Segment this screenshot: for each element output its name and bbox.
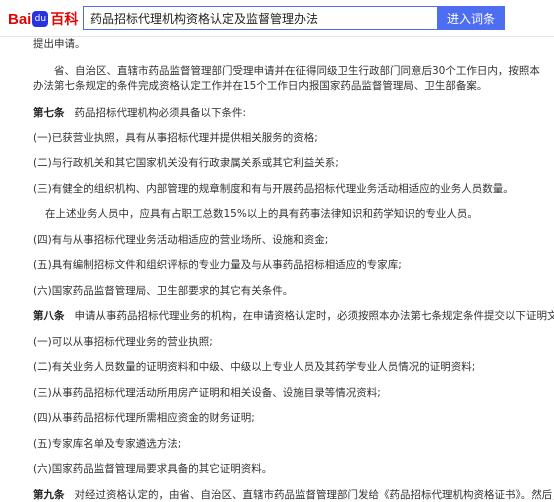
logo-baike-text: 百科	[50, 12, 79, 28]
paragraph: 提出申请。	[33, 38, 86, 50]
article-7: 第七条 药品招标代理机构必须具备以下条件:	[33, 107, 542, 119]
list-item: (一)可以从事招标代理业务的营业执照;	[33, 336, 213, 348]
list-item: (一)已获营业执照，具有从事招标代理并提供相关服务的资格;	[33, 132, 318, 144]
article-9-text: 对经过资格认定的，由省、自治区、直辖市药品监督管理部门发给《药品招标代理机构资格…	[74, 489, 554, 501]
top-bar: Bai du 百科 进入词条	[0, 0, 554, 37]
enter-entry-button[interactable]: 进入词条	[437, 6, 505, 30]
paragraph: 省、自治区、直辖市药品监督管理部门受理申请并在征得同级卫生行政部门同意后30个工…	[33, 65, 540, 92]
article-7-text: 药品招标代理机构必须具备以下条件:	[74, 107, 247, 119]
logo-bai-text: Bai	[8, 10, 32, 28]
list-item: (二)有关业务人员数量的证明资料和中级、中级以上专业人员及其药学专业人员情况的证…	[33, 361, 476, 373]
baidu-baike-logo[interactable]: Bai du 百科	[8, 9, 78, 29]
search-input[interactable]	[84, 7, 437, 29]
search-box[interactable]	[83, 6, 437, 30]
list-item: (六)国家药品监督管理局、卫生部要求的其它有关条件。	[33, 285, 294, 297]
list-item: (三)有健全的组织机构、内部管理的规章制度和有与开展药品招标代理业务活动相适应的…	[33, 183, 514, 195]
list-item: (三)从事药品招标代理活动所用房产证明和相关设备、设施目录等情况资料;	[33, 387, 381, 399]
paragraph: 在上述业务人员中，应具有占职工总数15%以上的具有药事法律知识和药学知识的专业人…	[45, 208, 478, 220]
article-9: 第九条 对经过资格认定的，由省、自治区、直辖市药品监督管理部门发给《药品招标代理机…	[33, 489, 554, 501]
paw-icon: du	[32, 11, 49, 27]
list-item: (二)与行政机关和其它国家机关没有行政隶属关系或其它利益关系;	[33, 157, 339, 169]
article-body: 提出申请。 省、自治区、直辖市药品监督管理部门受理申请并在征得同级卫生行政部门同…	[0, 36, 554, 502]
list-item: (五)具有编制招标文件和组织评标的专业力量及与从事药品招标相适应的专家库;	[33, 259, 402, 271]
list-item: (六)国家药品监督管理局要求具备的其它证明资料。	[33, 463, 273, 475]
article-7-label: 第七条	[33, 107, 65, 119]
list-item: (四)从事药品招标代理所需相应资金的财务证明;	[33, 412, 255, 424]
list-item: (四)有与从事招标代理业务活动相适应的营业场所、设施和资金;	[33, 234, 329, 246]
list-item: (五)专家库名单及专家遴选方法;	[33, 438, 182, 450]
article-9-label: 第九条	[33, 489, 65, 501]
article-8: 第八条 申请从事药品招标代理业务的机构，在申请资格认定时，必须按照本办法第七条规定…	[33, 310, 554, 322]
article-8-text: 申请从事药品招标代理业务的机构，在申请资格认定时，必须按照本办法第七条规定条件提…	[74, 310, 554, 322]
article-8-label: 第八条	[33, 310, 65, 322]
